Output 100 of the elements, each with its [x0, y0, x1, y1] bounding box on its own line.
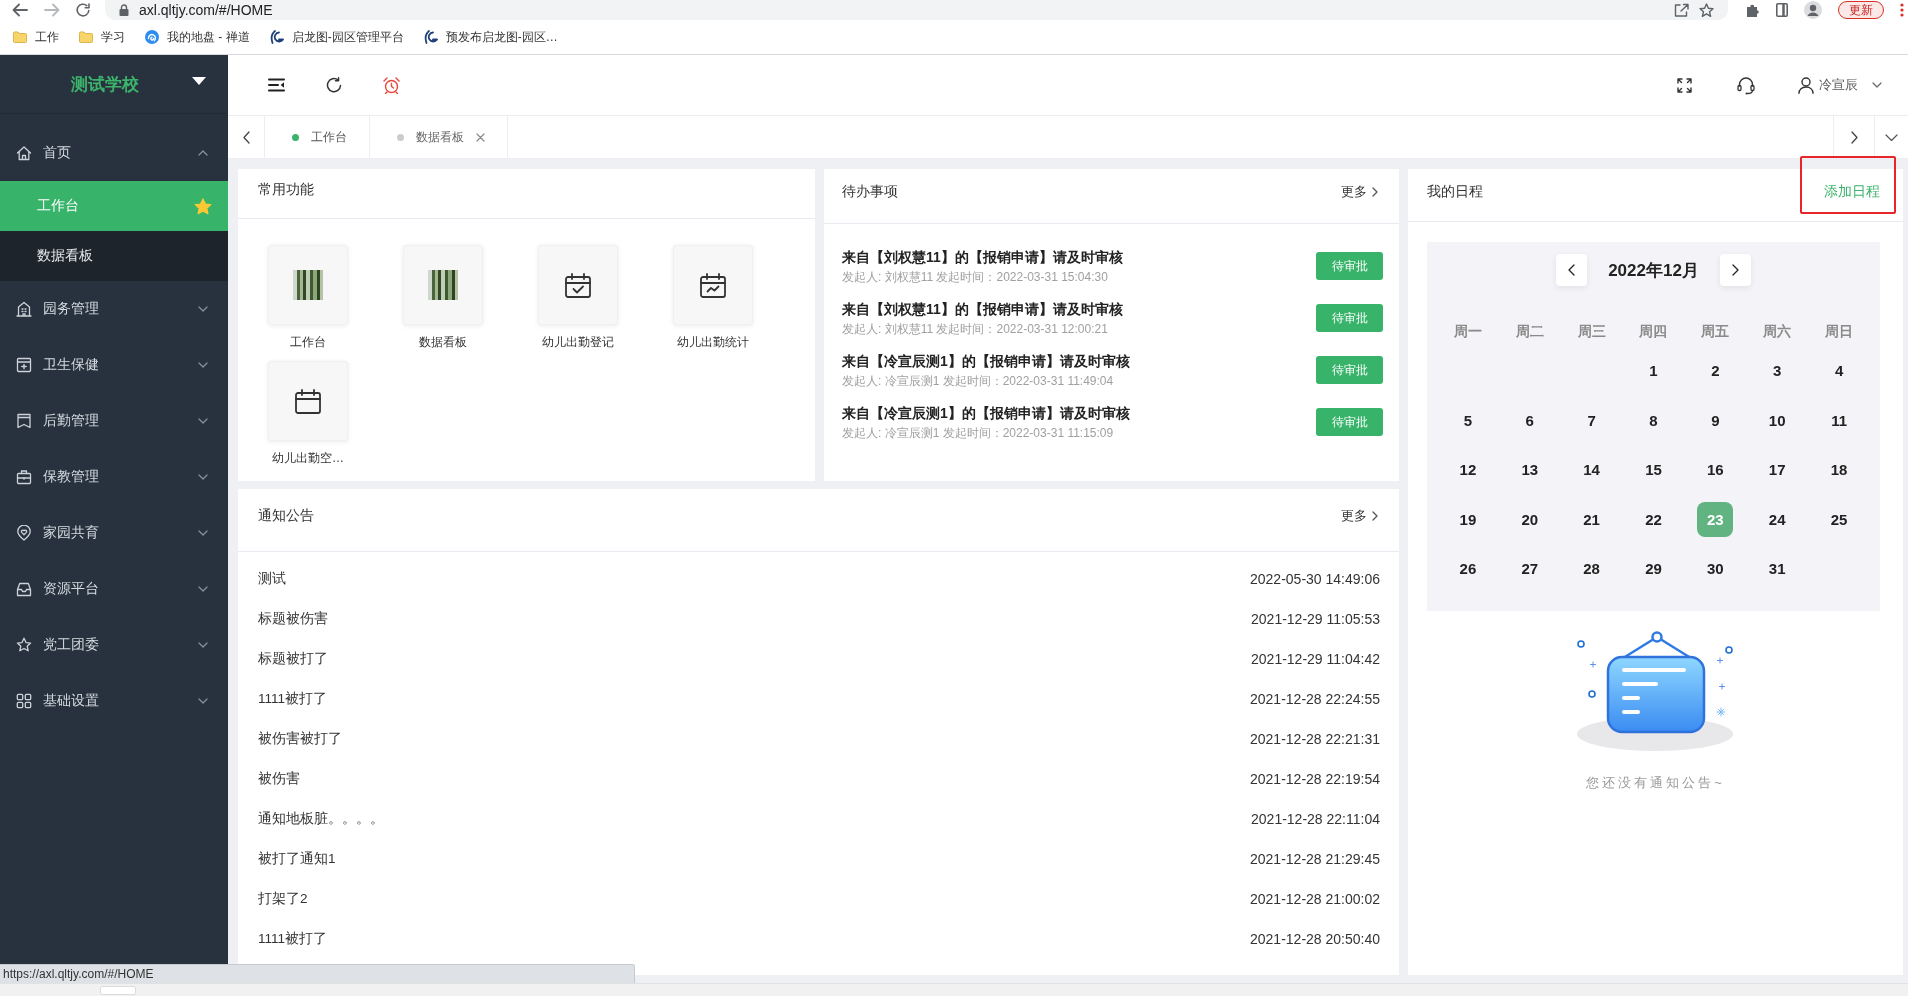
- back-arrow-icon[interactable]: [12, 3, 28, 17]
- notice-time: 2021-12-28 22:21:31: [1250, 731, 1380, 747]
- calendar-day[interactable]: 13: [1511, 452, 1548, 488]
- calendar-day[interactable]: 28: [1573, 551, 1610, 587]
- calendar-day[interactable]: 17: [1759, 452, 1796, 488]
- notice-title[interactable]: 1111被打了: [258, 690, 328, 708]
- notice-title[interactable]: 打架了2: [258, 890, 308, 908]
- shortcut-label: 幼儿出勤登记: [542, 335, 614, 350]
- bookmark-link[interactable]: 预发布启龙图-园区…: [418, 26, 563, 48]
- notice-title[interactable]: 测试: [258, 570, 286, 588]
- bookmark-link[interactable]: 启龙图-园区管理平台: [264, 26, 409, 48]
- address-bar[interactable]: axl.qltjy.com/#/HOME: [105, 0, 1728, 20]
- calendar-day[interactable]: 22: [1635, 501, 1672, 537]
- calendar-day[interactable]: 11: [1821, 402, 1858, 438]
- menu-item[interactable]: 资源平台: [0, 561, 228, 617]
- chevron-down-icon: [1872, 82, 1882, 88]
- calendar-day[interactable]: 1: [1635, 353, 1672, 389]
- menu-item[interactable]: 卫生保健: [0, 337, 228, 393]
- calendar-day[interactable]: 10: [1759, 402, 1796, 438]
- calendar-day[interactable]: 27: [1511, 551, 1548, 587]
- side-panel-icon[interactable]: [1776, 3, 1788, 17]
- todo-title: 来自【刘权慧11】的【报销申请】请及时审核: [842, 299, 1124, 318]
- calendar-day[interactable]: 20: [1511, 501, 1548, 537]
- more-link[interactable]: 更多: [1341, 507, 1378, 525]
- shortcut-tile[interactable]: [673, 245, 753, 325]
- menu-item[interactable]: 党工团委: [0, 617, 228, 673]
- calendar-day[interactable]: 15: [1635, 452, 1672, 488]
- calendar-day[interactable]: 16: [1697, 452, 1734, 488]
- user-menu[interactable]: 冷宣辰: [1798, 76, 1882, 94]
- menu-item[interactable]: 后勤管理: [0, 393, 228, 449]
- close-icon[interactable]: [476, 132, 485, 142]
- prev-month-button[interactable]: [1556, 254, 1588, 286]
- headset-icon[interactable]: [1737, 75, 1755, 95]
- more-link[interactable]: 更多: [1341, 183, 1378, 201]
- scrollbar-thumb[interactable]: [100, 985, 136, 995]
- shortcut-tile[interactable]: [538, 245, 618, 325]
- puzzle-icon[interactable]: [1746, 3, 1760, 17]
- notice-time: 2022-05-30 14:49:06: [1250, 571, 1380, 587]
- notice-title[interactable]: 被伤害: [258, 770, 300, 788]
- calendar-day[interactable]: 4: [1821, 353, 1858, 389]
- bookmark-link[interactable]: 我的地盘 - 禅道: [140, 26, 255, 48]
- next-month-button[interactable]: [1719, 254, 1751, 286]
- calendar-day[interactable]: 5: [1449, 402, 1486, 438]
- star-outline-icon[interactable]: [1699, 2, 1714, 18]
- calendar-day[interactable]: 6: [1511, 402, 1548, 438]
- update-button[interactable]: 更新: [1838, 1, 1884, 19]
- notice-title[interactable]: 1111被打了: [258, 930, 328, 948]
- notice-time: 2021-12-28 20:50:40: [1250, 931, 1380, 947]
- calendar-day[interactable]: 19: [1449, 501, 1486, 537]
- bookmark-link[interactable]: 工作: [8, 26, 64, 48]
- submenu-item[interactable]: 数据看板: [0, 231, 228, 281]
- fullscreen-icon[interactable]: [1677, 77, 1692, 93]
- calendar-day[interactable]: 18: [1821, 452, 1858, 488]
- calendar-day[interactable]: 8: [1635, 402, 1672, 438]
- shortcut-tile[interactable]: [268, 245, 348, 325]
- tab[interactable]: 工作台: [265, 116, 370, 158]
- calendar-day[interactable]: 9: [1697, 402, 1734, 438]
- calendar-day[interactable]: 31: [1759, 551, 1796, 587]
- bookmark-link[interactable]: 学习: [74, 26, 130, 48]
- avatar-icon[interactable]: [1804, 1, 1822, 19]
- calendar-day[interactable]: 14: [1573, 452, 1610, 488]
- month-title: 2022年12月: [1608, 259, 1699, 282]
- shortcut-tile[interactable]: [268, 361, 348, 441]
- school-name: 测试学校: [71, 73, 139, 96]
- calendar-day[interactable]: 29: [1635, 551, 1672, 587]
- notice-title[interactable]: 标题被打了: [258, 650, 328, 668]
- more-icon[interactable]: [1900, 3, 1904, 17]
- shortcut-label: 幼儿出勤空…: [272, 451, 344, 466]
- notice-title[interactable]: 通知地板脏。。。。: [258, 810, 384, 828]
- calendar-day[interactable]: 12: [1449, 452, 1486, 488]
- shortcut-tile[interactable]: [403, 245, 483, 325]
- notice-title[interactable]: 被伤害被打了: [258, 730, 342, 748]
- tab[interactable]: 数据看板: [370, 116, 508, 158]
- calendar-day[interactable]: 2: [1697, 353, 1734, 389]
- share-icon[interactable]: [1674, 3, 1689, 17]
- menu-fold-icon[interactable]: [268, 78, 285, 92]
- calendar-chart-icon: [700, 272, 726, 298]
- todo-title: 来自【刘权慧11】的【报销申请】请及时审核: [842, 247, 1124, 266]
- weekday-label: 周三: [1577, 323, 1606, 341]
- calendar-day[interactable]: 3: [1759, 353, 1796, 389]
- alarm-clock-icon[interactable]: [383, 76, 400, 94]
- calendar-day[interactable]: 24: [1759, 501, 1796, 537]
- todo-title: 来自【冷宣辰测1】的【报销申请】请及时审核: [842, 351, 1131, 370]
- calendar-day[interactable]: 25: [1821, 501, 1858, 537]
- notice-title[interactable]: 标题被伤害: [258, 610, 328, 628]
- menu-item[interactable]: 家园共育: [0, 505, 228, 561]
- calendar-day[interactable]: 30: [1697, 551, 1734, 587]
- reload-icon[interactable]: [76, 3, 90, 17]
- notice-title[interactable]: 被打了通知1: [258, 850, 336, 868]
- dot-icon: [292, 133, 299, 141]
- calendar-day[interactable]: 7: [1573, 402, 1610, 438]
- calendar-day[interactable]: 26: [1449, 551, 1486, 587]
- refresh-icon[interactable]: [326, 77, 342, 93]
- menu-item[interactable]: 保教管理: [0, 449, 228, 505]
- caret-down-icon[interactable]: [192, 77, 206, 85]
- menu-item[interactable]: 基础设置: [0, 673, 228, 729]
- menu-item[interactable]: 首页: [0, 114, 228, 181]
- chevron-right-icon: [1850, 130, 1858, 144]
- calendar-day[interactable]: 21: [1573, 501, 1610, 537]
- menu-item[interactable]: 园务管理: [0, 281, 228, 337]
